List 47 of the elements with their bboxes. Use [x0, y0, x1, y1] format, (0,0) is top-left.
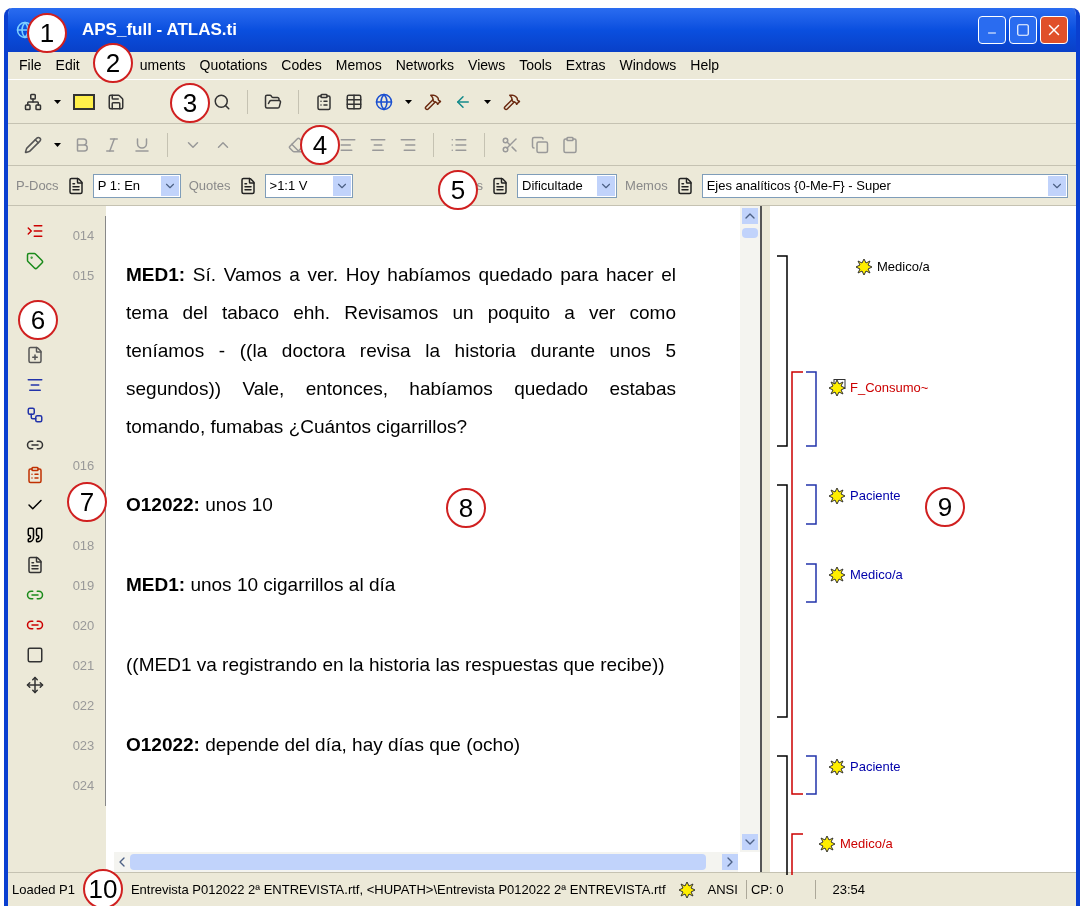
navigator-dropdown[interactable]: Dificultade	[517, 173, 618, 198]
menu-item[interactable]: Tools	[512, 55, 559, 76]
code-label[interactable]: F_Consumo~	[850, 378, 929, 398]
line-number: 019	[72, 578, 95, 593]
navigator-label: s	[476, 176, 484, 195]
line-number: 022	[72, 698, 95, 713]
navigator-dropdown[interactable]: P 1: En	[92, 173, 181, 198]
line-number: 020	[72, 618, 95, 633]
line-number: 018	[72, 538, 95, 553]
menu-item[interactable]: Codes	[274, 55, 329, 76]
code-label[interactable]: Medico/a	[840, 834, 893, 854]
window-title: APS_full - ATLAS.ti	[82, 19, 237, 42]
line-number: 014	[72, 228, 95, 243]
status-message: Loaded P1	[12, 880, 75, 899]
menu-item[interactable]: File	[12, 55, 49, 76]
paragraph: O12022: unos 10	[126, 493, 273, 517]
menu-item[interactable]: uments	[132, 55, 193, 76]
code-label[interactable]: Medico/a	[850, 565, 903, 585]
status-file-path: Entrevista P012022 2ª ENTREVISTA.rtf, <HUPATH>\Entrevista P012022 2ª ENTREVISTA.rtf	[130, 880, 666, 899]
menu-item[interactable]: Quotations	[192, 55, 275, 76]
menu-item[interactable]: Networks	[388, 55, 462, 76]
line-number: 024	[72, 778, 95, 793]
line-number: 016	[72, 458, 95, 473]
status-time: 23:54	[815, 879, 865, 900]
status-codepage: CP: 0	[745, 879, 784, 900]
menu-item[interactable]: Windows	[612, 55, 684, 76]
paragraph: MED1: Sí. Vamos a ver. Hoy habíamos quedado para hacer el tema del tabaco ehh. Revisamos un poquito a ver como teníamos - ((la doctora revisa la historia durante unos 5 segundos)) Vale, entonces, habíamos quedado estabas tomando, fumabas ¿Cuántos cigarrillos?	[126, 263, 676, 439]
navigator-label: Memos	[625, 176, 668, 195]
paragraph: O12022: depende del día, hay días que (ocho)	[126, 733, 521, 757]
menu-item[interactable]: Help	[683, 55, 727, 76]
line-number: 023	[72, 738, 95, 753]
code-label[interactable]: Paciente	[850, 757, 901, 777]
code-label[interactable]: Medico/a	[877, 257, 930, 277]
status-encoding: ANSI	[707, 880, 738, 899]
menu-item[interactable]: Memos	[328, 55, 389, 76]
menu-item[interactable]: Edit	[48, 55, 87, 76]
line-number: 021	[72, 658, 95, 673]
paragraph: ((MED1 va registrando en la historia las respuestas que recibe))	[126, 653, 665, 677]
navigator-label: Quotes	[188, 176, 231, 195]
menu-item[interactable]: Extras	[558, 55, 613, 76]
menu-item[interactable]: Views	[461, 55, 513, 76]
code-label[interactable]: Paciente	[850, 486, 901, 506]
navigator-dropdown[interactable]: Ejes analíticos {0-Me-F} - Super	[701, 173, 1068, 198]
navigator-label: P-Docs	[16, 176, 59, 195]
paragraph: MED1: unos 10 cigarrillos al día	[126, 573, 396, 597]
line-number: 015	[72, 268, 95, 283]
navigator-dropdown[interactable]: >1:1 V	[264, 173, 353, 198]
